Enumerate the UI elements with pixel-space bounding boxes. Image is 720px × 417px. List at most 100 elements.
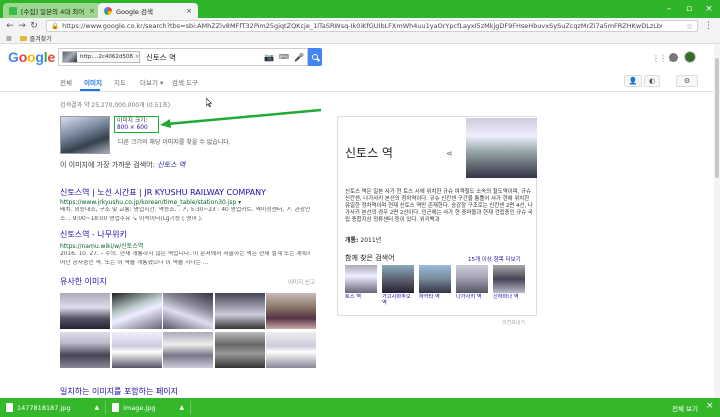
apps-shortcut-icon[interactable]: ▦ <box>6 35 12 42</box>
result-title-link[interactable]: 신토스역 | 노선 시간표 | JR KYUSHU RAILWAY COMPAN… <box>60 187 310 198</box>
page-scrollbar[interactable] <box>714 44 720 398</box>
annotation-arrow <box>160 108 322 128</box>
tab-blog[interactable]: [수집] 일본의 4대 최어 × <box>3 3 101 18</box>
tab-close-icon[interactable]: × <box>182 7 192 15</box>
result-title-link[interactable]: 신토스역 - 나무위키 <box>60 229 310 240</box>
pages-with-matching-images-heading[interactable]: 일치하는 이미지를 포함하는 페이지 <box>60 386 178 397</box>
address-bar[interactable]: 🔒 https://www.google.co.kr/search?tbs=sb… <box>46 20 698 32</box>
tab-maps[interactable]: 지도 <box>114 77 126 87</box>
safesearch-icon[interactable]: ◐ <box>644 75 660 87</box>
result-url[interactable]: https://www.jrkyushu.co.jp/korean/time_t… <box>60 199 310 206</box>
chevron-up-icon[interactable]: ▲ <box>94 404 99 411</box>
address-text: https://www.google.co.kr/search?tbs=sbi:… <box>62 22 662 30</box>
account-view-icon[interactable]: 👤 <box>624 75 642 87</box>
close-downloads-icon[interactable]: × <box>706 401 714 411</box>
related-station[interactable]: 신하마나 역 <box>493 265 525 306</box>
similar-image[interactable] <box>60 293 110 329</box>
back-icon[interactable]: ← <box>4 21 16 31</box>
camera-icon[interactable]: 📷 <box>264 53 274 62</box>
remove-image-icon[interactable]: × <box>133 54 139 60</box>
best-guess-link[interactable]: 신토스 역 <box>157 161 185 169</box>
tab-label: [수집] 일본의 4대 최어 <box>21 7 85 16</box>
show-all-downloads-link[interactable]: 전체 보기 <box>672 403 698 413</box>
search-result: 신토스역 | 노선 시간표 | JR KYUSHU RAILWAY COMPAN… <box>60 187 310 223</box>
settings-gear-icon[interactable]: ⚙ <box>676 75 698 87</box>
search-icon <box>312 54 318 60</box>
bookmark-folder-label[interactable]: 즐겨찾기 <box>30 34 52 43</box>
maximize-icon[interactable]: ▫ <box>680 3 698 15</box>
google-favicon <box>104 6 112 15</box>
query-image[interactable] <box>60 116 110 154</box>
similar-image[interactable] <box>111 293 162 329</box>
similar-image[interactable] <box>214 332 265 368</box>
related-station[interactable]: 토스 역 <box>345 265 377 306</box>
file-icon <box>6 403 13 412</box>
tab-close-icon[interactable]: × <box>85 7 95 15</box>
bookmark-star-icon[interactable]: ☆ <box>686 22 693 31</box>
similar-image[interactable] <box>111 332 162 368</box>
download-item[interactable]: 1477818187.jpg ▲ <box>6 401 107 414</box>
best-guess: 이 이미지에 가장 가까운 검색어: 신토스 역 <box>60 161 186 169</box>
reload-icon[interactable]: ↻ <box>28 21 40 31</box>
similar-image[interactable] <box>214 293 265 329</box>
download-item[interactable]: image.jpg ▲ <box>112 401 192 414</box>
similar-image[interactable] <box>60 332 110 368</box>
share-icon[interactable]: ⋖ <box>446 149 453 158</box>
microphone-icon[interactable]: 🎤 <box>294 53 304 62</box>
similar-images-grid <box>60 293 316 368</box>
keyboard-icon[interactable]: ⌨ <box>279 53 289 62</box>
blog-favicon <box>9 6 17 15</box>
more-items-link[interactable]: 15개 이상 항목 더보기 <box>468 255 521 263</box>
minimize-icon[interactable]: – <box>660 3 678 15</box>
folder-icon <box>19 36 27 41</box>
related-station-image <box>493 265 525 293</box>
google-logo[interactable]: Google <box>8 49 55 65</box>
knowledge-panel-title: 신토스 역 <box>345 146 393 160</box>
similar-image[interactable] <box>266 332 316 368</box>
related-station[interactable]: 나가사키 역 <box>456 265 488 306</box>
scrollbar-thumb[interactable] <box>715 58 719 178</box>
search-box[interactable]: http:...2c4062d508 × 신토스 역 📷 ⌨ 🎤 <box>58 48 308 66</box>
result-url[interactable]: https://namu.wiki/w/신토스역 <box>60 241 310 250</box>
result-snippet: 배치. 외등대소, 구조 및 교통: 영업시간. 역등소. . ↗, 5:30~… <box>60 207 310 213</box>
report-images-link[interactable]: 이미지 신고 <box>288 278 315 286</box>
notifications-icon[interactable] <box>669 53 678 62</box>
google-header: Google http:...2c4062d508 × 신토스 역 📷 ⌨ 🎤 … <box>0 44 720 70</box>
image-size-value[interactable]: 800 × 600 <box>117 125 156 132</box>
tab-search-tools[interactable]: 검색 도구 <box>172 77 198 87</box>
avatar[interactable] <box>684 51 696 63</box>
image-size-box: 이미지 크기: 800 × 600 <box>114 116 159 133</box>
similar-image[interactable] <box>266 293 316 329</box>
related-station-image <box>419 265 451 293</box>
result-snippet: 소. , 9:00~18:00 영업주유 ↘ 이석이터(Lg기능 ( 영어 ). <box>60 215 203 222</box>
tab-more[interactable]: 더보기 ▾ <box>140 77 163 87</box>
result-snippet: 2016. 10. 27. – 주의. 현재 개통하지 않은 역입니다. 이 문… <box>60 251 310 257</box>
related-station[interactable]: 하카타 역 <box>419 265 451 306</box>
similar-images-heading[interactable]: 유사한 이미지 <box>60 276 107 287</box>
search-nav: 전체 이미지 지도 더보기 ▾ 검색 도구 👤 ◐ ⚙ <box>0 70 720 92</box>
query-image-thumbnail <box>63 52 77 62</box>
browser-menu-icon[interactable]: ⋮ <box>704 21 713 31</box>
people-also-search-heading: 함께 찾은 검색어 <box>345 254 395 262</box>
close-window-icon[interactable]: × <box>700 3 718 15</box>
related-station-image <box>382 265 414 293</box>
active-tab-indicator <box>80 89 100 91</box>
chevron-up-icon[interactable]: ▲ <box>179 404 184 411</box>
tab-all[interactable]: 전체 <box>60 77 72 87</box>
related-station[interactable]: 가고시마추오 역 <box>382 265 414 306</box>
tab-google-search[interactable]: Google 검색 × <box>98 3 198 18</box>
tab-images[interactable]: 이미지 <box>84 77 102 87</box>
knowledge-panel-description: 신토스 역은 일본 사가 현 토스 시에 위치한 규슈 여객철도 소속의 철도역… <box>345 189 533 223</box>
knowledge-panel: 신토스 역 ⋖ 신토스 역은 일본 사가 현 토스 시에 위치한 규슈 여객철도… <box>337 116 537 316</box>
search-input[interactable]: 신토스 역 <box>146 52 176 63</box>
feedback-link[interactable]: 의견보내기 <box>502 319 525 326</box>
related-station-image <box>345 265 377 293</box>
similar-image[interactable] <box>163 293 213 329</box>
lock-icon: 🔒 <box>51 22 60 30</box>
search-button[interactable] <box>308 48 322 66</box>
no-other-sizes-text: 다른 크기의 해당 이미지를 찾을 수 없습니다. <box>118 139 231 146</box>
knowledge-panel-image[interactable] <box>466 118 537 178</box>
similar-image[interactable] <box>163 332 213 368</box>
search-image-chip[interactable]: http:...2c4062d508 × <box>62 51 140 63</box>
forward-icon[interactable]: → <box>16 21 28 31</box>
